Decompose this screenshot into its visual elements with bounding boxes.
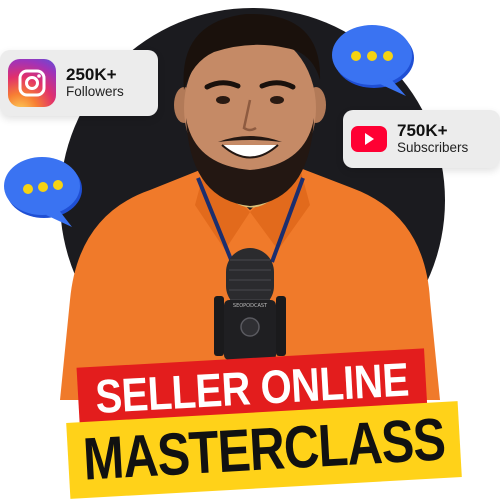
youtube-subscribers-count: 750K+: [397, 121, 448, 141]
youtube-stat-card: 750K+ Subscribers: [343, 110, 500, 168]
youtube-icon: [351, 126, 387, 152]
instagram-followers-count: 250K+: [66, 65, 117, 85]
chat-bubble-icon: [332, 25, 414, 96]
instagram-icon: [8, 59, 56, 107]
chat-bubble-icon: [4, 157, 82, 227]
youtube-subscribers-label: Subscribers: [397, 139, 469, 155]
instagram-stat-card: 250K+ Followers: [0, 50, 158, 116]
mic-brand-label: SEOPODCAST: [233, 303, 268, 309]
instagram-followers-label: Followers: [66, 83, 124, 99]
